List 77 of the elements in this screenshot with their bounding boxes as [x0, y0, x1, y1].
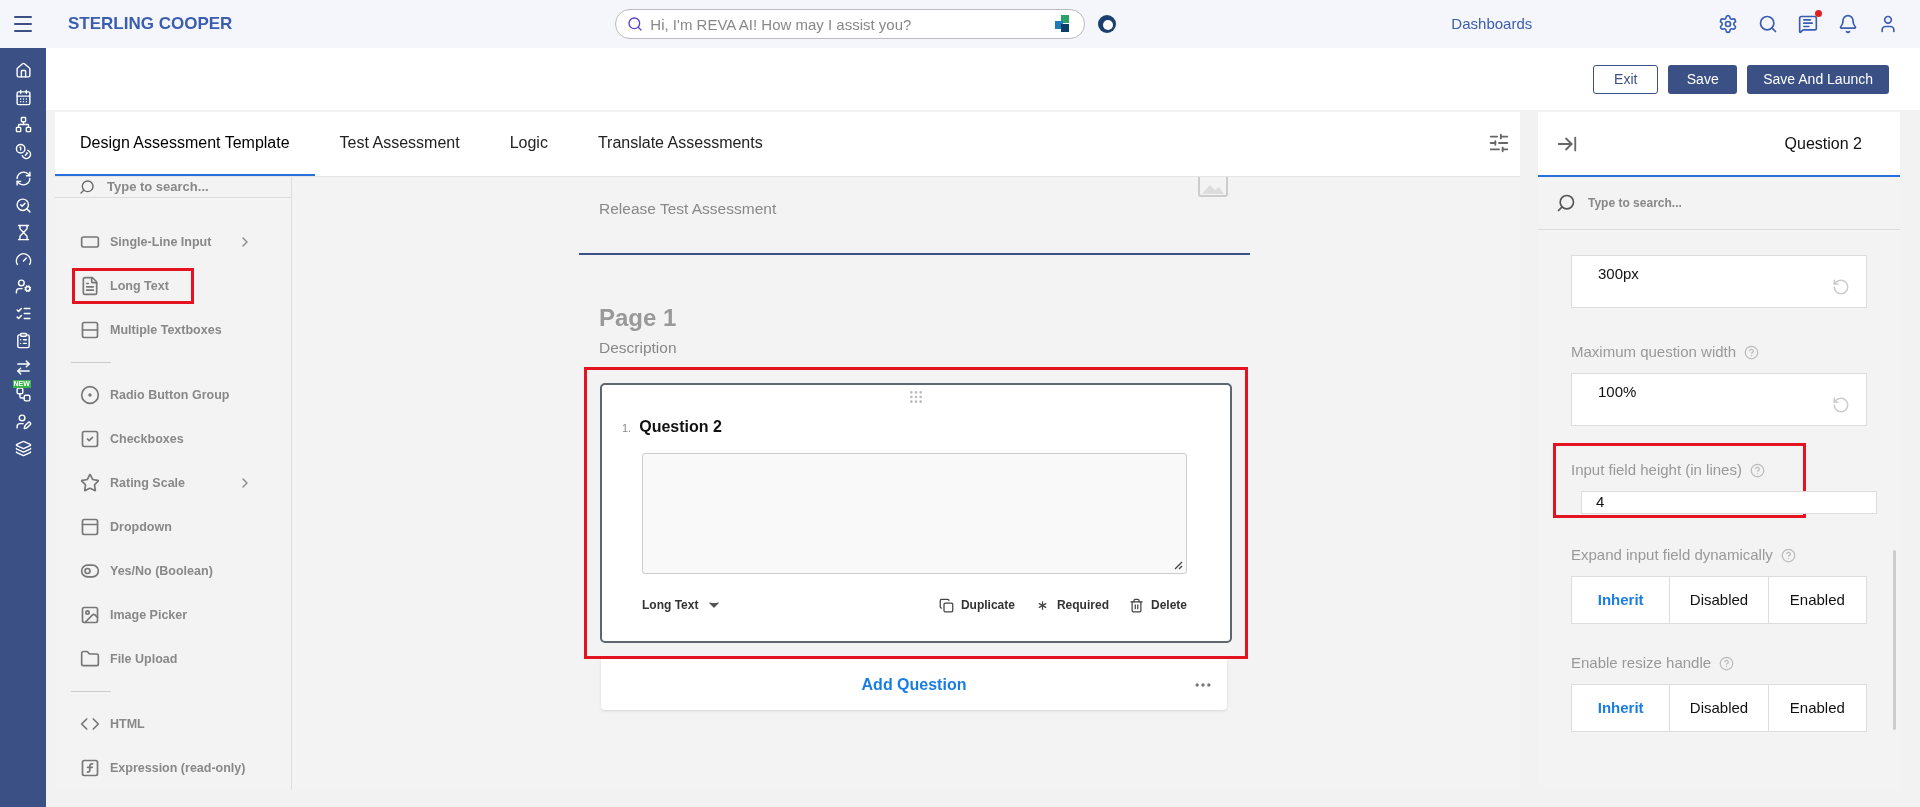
help-icon: [1749, 462, 1765, 478]
toolbox-search-field[interactable]: Type to search...: [107, 177, 267, 197]
tab[interactable]: Translate Assessments: [572, 111, 788, 176]
refresh-icon[interactable]: [14, 170, 32, 187]
star-icon: [80, 473, 100, 493]
layers-icon[interactable]: [14, 440, 32, 457]
property-label: Enable resize handle: [1571, 652, 1712, 673]
question-title: Question 2: [639, 417, 722, 438]
dropdown-icon: [80, 517, 100, 537]
workflow-icon[interactable]: [14, 386, 32, 403]
tab[interactable]: Test Assessment: [314, 111, 485, 176]
help-icon: [1744, 344, 1760, 360]
radio-icon: [80, 385, 100, 405]
textboxes-icon: [80, 320, 100, 340]
help-icon: [1719, 655, 1735, 671]
help-icon: [1780, 547, 1796, 563]
checkbox-icon: [80, 429, 100, 449]
assistant-avatar-icon[interactable]: [1097, 14, 1118, 34]
coins-icon[interactable]: [14, 143, 32, 160]
question-action-button[interactable]: Duplicate: [938, 596, 1015, 615]
toggle-option[interactable]: Enabled: [1767, 577, 1866, 623]
scrollbar-thumb[interactable]: [1892, 550, 1896, 730]
question-card[interactable]: 1. Question 2 Long Text Duplicate Required Delete: [600, 383, 1232, 644]
search-icon[interactable]: [1758, 14, 1778, 34]
toggle-option[interactable]: Inherit: [1572, 577, 1670, 623]
brand-name: STERLING COOPER: [68, 13, 233, 36]
clipboard-icon[interactable]: [14, 332, 32, 349]
settings-sliders-icon[interactable]: [1488, 132, 1510, 154]
action-button[interactable]: Exit: [1593, 64, 1659, 94]
question-type-dropdown[interactable]: Long Text: [642, 596, 723, 615]
toggle-option[interactable]: Inherit: [1572, 685, 1670, 731]
gauge-icon[interactable]: [14, 251, 32, 268]
page-title: Page 1: [599, 304, 678, 332]
user-settings-icon[interactable]: [14, 278, 32, 295]
add-question-button[interactable]: Add Question: [861, 672, 967, 697]
image-icon: [80, 605, 100, 625]
action-button[interactable]: Save And Launch: [1747, 64, 1889, 94]
duplicate-icon: [938, 597, 954, 613]
property-label: Maximum question width: [1571, 341, 1737, 362]
settings-icon[interactable]: [1718, 14, 1738, 34]
transfer-icon[interactable]: [14, 359, 32, 376]
notifications-icon[interactable]: [1838, 14, 1858, 34]
toggle-option[interactable]: Disabled: [1669, 685, 1768, 731]
resize-handle-icon[interactable]: [1173, 560, 1183, 571]
property-field[interactable]: 300px: [1571, 255, 1867, 308]
property-field[interactable]: 4: [1581, 491, 1877, 514]
search-icon: [1556, 193, 1576, 213]
property-field[interactable]: 100%: [1571, 373, 1867, 426]
user-edit-icon[interactable]: [14, 413, 32, 430]
search-check-icon[interactable]: [14, 197, 32, 214]
toggle-option[interactable]: Enabled: [1767, 685, 1866, 731]
property-label: Input field height (in lines): [1571, 459, 1742, 480]
function-icon: [80, 758, 100, 778]
checklist-icon[interactable]: [14, 305, 32, 322]
survey-description: Release Test Assessment: [599, 199, 777, 219]
user-icon[interactable]: [1878, 14, 1898, 34]
toggle-icon: [80, 561, 100, 581]
assistant-search-field[interactable]: Hi, I'm REVA AI! How may I assist you?: [615, 9, 1086, 39]
network-icon[interactable]: [14, 116, 32, 133]
action-button[interactable]: Save: [1668, 64, 1738, 94]
question-action-button[interactable]: Required: [1034, 596, 1109, 615]
question-action-button[interactable]: Delete: [1128, 596, 1187, 615]
trash-icon: [1128, 597, 1144, 613]
toggle-option[interactable]: Disabled: [1669, 577, 1768, 623]
home-icon[interactable]: [14, 62, 32, 79]
page-description: Description: [599, 338, 678, 358]
question-number: 1.: [622, 421, 632, 437]
panel-title: Question 2: [1784, 133, 1862, 154]
text-lines-icon: [80, 276, 100, 296]
properties-search-field[interactable]: Type to search...: [1588, 194, 1788, 212]
tab[interactable]: Logic: [484, 111, 573, 176]
property-label: Expand input field dynamically: [1571, 544, 1773, 565]
drag-handle-icon[interactable]: [908, 389, 924, 406]
folder-icon: [80, 649, 100, 669]
search-icon: [627, 16, 644, 32]
calendar-icon[interactable]: [14, 89, 32, 106]
dashboards-link[interactable]: Dashboards: [1451, 12, 1533, 36]
